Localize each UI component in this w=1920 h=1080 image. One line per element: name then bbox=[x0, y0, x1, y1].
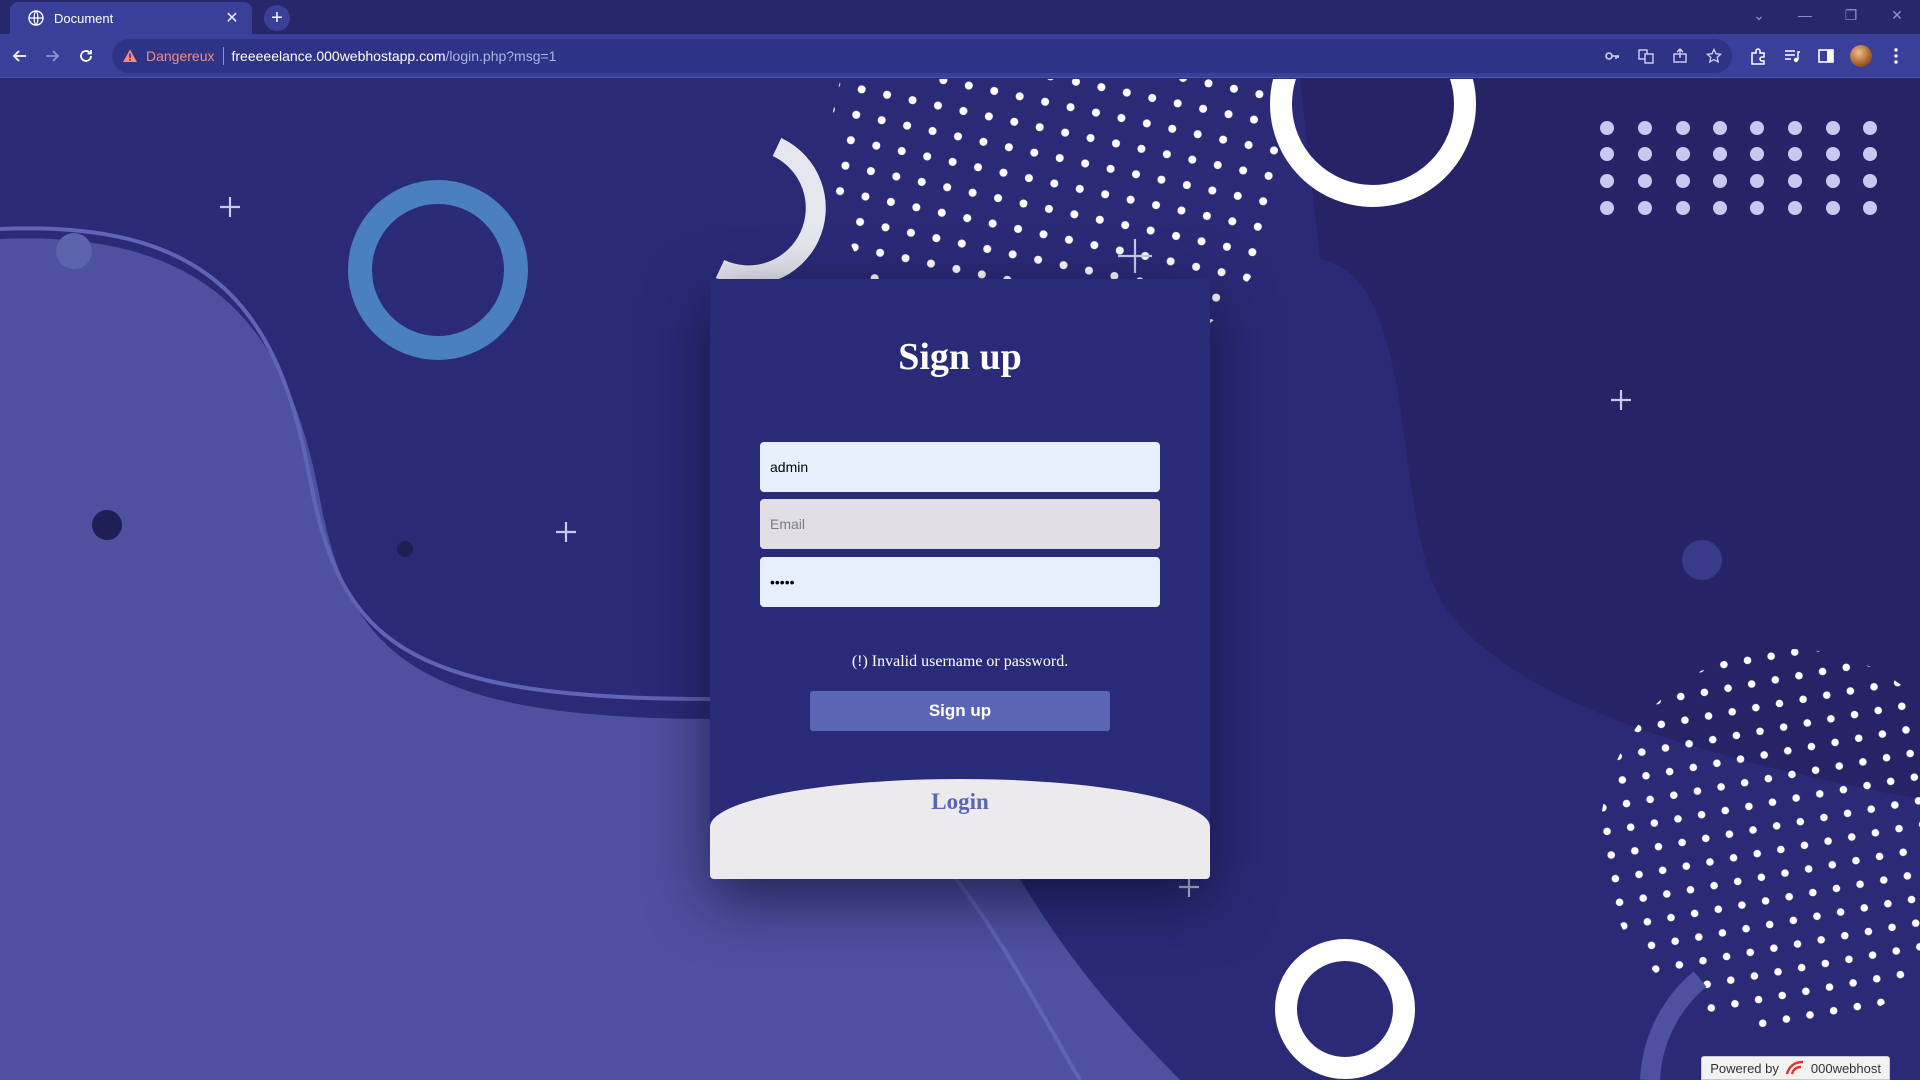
forward-button[interactable] bbox=[38, 42, 66, 70]
security-status[interactable]: Dangereux bbox=[146, 48, 215, 64]
arrow-right-icon bbox=[46, 50, 60, 62]
address-bar-actions bbox=[1602, 39, 1724, 73]
warning-icon bbox=[123, 49, 137, 62]
tab-document[interactable]: Document ✕ bbox=[10, 2, 252, 34]
side-panel-icon[interactable] bbox=[1816, 46, 1836, 66]
error-message: (!) Invalid username or password. bbox=[851, 653, 1069, 670]
tab-strip: Document ✕ + ⌄ — ❐ ✕ bbox=[0, 0, 1920, 34]
extensions-icon[interactable] bbox=[1748, 46, 1768, 66]
media-controls-icon[interactable] bbox=[1782, 46, 1802, 66]
more-menu-icon[interactable] bbox=[1886, 46, 1906, 66]
password-field[interactable] bbox=[760, 557, 1160, 607]
tab-title: Document bbox=[54, 10, 114, 26]
restore-button[interactable]: ❐ bbox=[1828, 0, 1874, 30]
browser-toolbar: Dangereux freeeeelance.000webhostapp.com… bbox=[0, 34, 1920, 78]
reload-button[interactable] bbox=[72, 42, 100, 70]
share-icon[interactable] bbox=[1670, 46, 1690, 66]
arrow-left-icon bbox=[12, 50, 26, 62]
key-icon[interactable] bbox=[1602, 46, 1622, 66]
form-title: Sign up bbox=[898, 336, 1022, 378]
globe-icon bbox=[28, 10, 44, 26]
close-window-button[interactable]: ✕ bbox=[1874, 0, 1920, 30]
signup-button[interactable]: Sign up bbox=[810, 691, 1110, 731]
divider bbox=[222, 47, 224, 65]
close-tab-icon[interactable]: ✕ bbox=[222, 8, 242, 28]
minimize-button[interactable]: — bbox=[1782, 0, 1828, 30]
toolbar-right bbox=[1748, 42, 1920, 70]
000webhost-logo-icon bbox=[1785, 1060, 1803, 1075]
back-button[interactable] bbox=[6, 42, 34, 70]
translate-icon[interactable] bbox=[1636, 46, 1656, 66]
powered-by-label: Powered by bbox=[1710, 1060, 1779, 1076]
page-background: Sign up (!) Invalid username or password… bbox=[0, 79, 1920, 1080]
email-field[interactable] bbox=[760, 499, 1160, 549]
host-brand-name: 000webhost bbox=[1810, 1060, 1881, 1076]
profile-avatar[interactable] bbox=[1850, 45, 1872, 67]
username-field[interactable] bbox=[760, 442, 1160, 492]
url-host: freeeeelance.000webhostapp.com bbox=[231, 48, 446, 64]
new-tab-button[interactable]: + bbox=[264, 5, 290, 31]
login-link[interactable]: Login bbox=[710, 789, 1210, 815]
url-path: /login.php?msg=1 bbox=[445, 48, 557, 64]
signup-card: Sign up (!) Invalid username or password… bbox=[710, 279, 1210, 879]
address-bar[interactable]: Dangereux freeeeelance.000webhostapp.com… bbox=[112, 39, 1732, 73]
reload-icon bbox=[80, 50, 92, 62]
tab-search-icon[interactable]: ⌄ bbox=[1736, 0, 1782, 30]
powered-by-badge[interactable]: Powered by 000webhost bbox=[1701, 1056, 1890, 1080]
bookmark-star-icon[interactable] bbox=[1704, 46, 1724, 66]
